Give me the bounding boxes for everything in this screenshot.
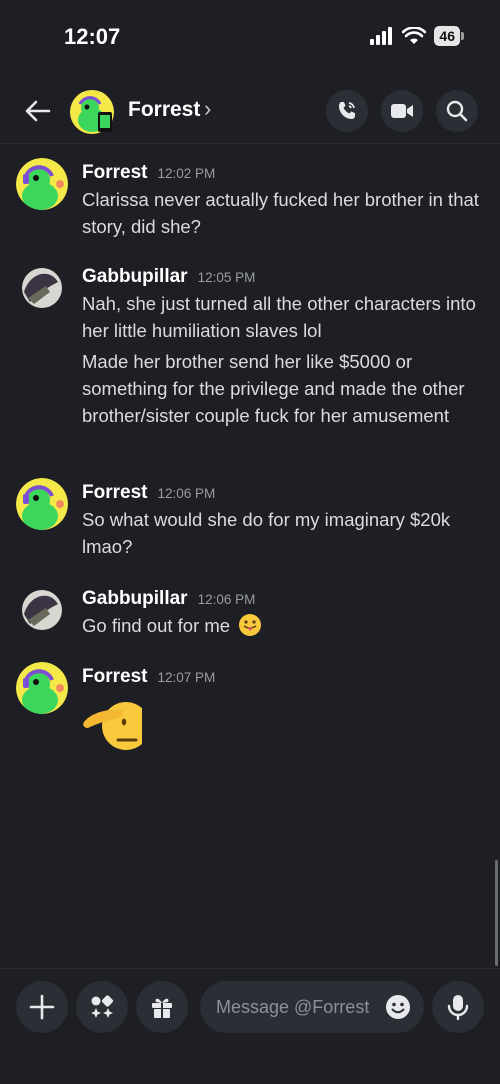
- message-text: Made her brother send her like $5000 or …: [82, 351, 465, 426]
- back-button[interactable]: [20, 94, 54, 128]
- avatar[interactable]: [16, 158, 68, 210]
- call-button[interactable]: [326, 90, 368, 132]
- message-timestamp: 12:06 PM: [157, 486, 216, 501]
- page-title[interactable]: Forrest: [128, 98, 200, 122]
- message-body: So what would she do for my imaginary $2…: [82, 506, 482, 560]
- message-author[interactable]: Forrest 12:02 PM: [82, 162, 215, 184]
- message-text: So what would she do for my imaginary $2…: [82, 509, 451, 557]
- signal-icon: [370, 27, 393, 45]
- emoji-button[interactable]: [384, 993, 412, 1021]
- message-body: Clarissa never actually fucked her broth…: [82, 186, 482, 240]
- message-timestamp: 12:06 PM: [197, 592, 256, 607]
- message-body: Go find out for me: [82, 612, 482, 639]
- microphone-icon: [447, 995, 469, 1021]
- avatar[interactable]: [70, 90, 114, 134]
- message-timestamp: 12:02 PM: [157, 166, 216, 181]
- status-icons: 46: [370, 26, 464, 46]
- tongue-face-emoji: [239, 614, 262, 636]
- scrollbar[interactable]: [495, 860, 498, 966]
- chevron-right-icon[interactable]: ›: [204, 96, 211, 122]
- avatar[interactable]: [16, 262, 68, 314]
- battery-indicator: 46: [434, 26, 464, 46]
- message-author[interactable]: Gabbupillar 12:05 PM: [82, 266, 255, 288]
- video-camera-icon: [391, 104, 413, 118]
- message-author[interactable]: Forrest 12:06 PM: [82, 482, 215, 504]
- add-attachment-button[interactable]: [16, 981, 68, 1033]
- emoji-icon: [386, 995, 410, 1019]
- message-input[interactable]: [216, 996, 376, 1018]
- phone-call-icon: [339, 102, 355, 119]
- plus-icon: [29, 994, 55, 1020]
- message-body: Nah, she just turned all the other chara…: [82, 290, 482, 429]
- avatar[interactable]: [16, 662, 68, 714]
- video-call-button[interactable]: [381, 90, 423, 132]
- status-time: 12:07: [64, 24, 121, 49]
- message-body: [82, 696, 482, 759]
- gift-button[interactable]: [136, 981, 188, 1033]
- arrow-left-icon: [25, 100, 51, 122]
- gift-icon: [152, 998, 172, 1018]
- message-timestamp: 12:07 PM: [157, 670, 216, 685]
- message-input-container: [200, 981, 424, 1033]
- avatar[interactable]: [16, 478, 68, 530]
- message-text: Nah, she just turned all the other chara…: [82, 293, 476, 341]
- apps-button[interactable]: [76, 981, 128, 1033]
- search-button[interactable]: [436, 90, 478, 132]
- chat-header: Forrest ›: [0, 80, 500, 144]
- message-text: Clarissa never actually fucked her broth…: [82, 189, 479, 237]
- search-icon: [446, 100, 468, 122]
- voice-message-button[interactable]: [432, 981, 484, 1033]
- message-text: Go find out for me: [82, 612, 482, 639]
- status-bar: 12:07 46: [0, 0, 500, 72]
- message-author[interactable]: Forrest 12:07 PM: [82, 666, 215, 688]
- message-timestamp: 12:05 PM: [197, 270, 256, 285]
- avatar[interactable]: [16, 584, 68, 636]
- apps-sparkle-icon: [91, 995, 114, 1018]
- wifi-icon: [402, 27, 427, 44]
- saluting-face-emoji: [83, 696, 150, 752]
- message-author[interactable]: Gabbupillar 12:06 PM: [82, 588, 255, 610]
- message-composer: [0, 968, 500, 1084]
